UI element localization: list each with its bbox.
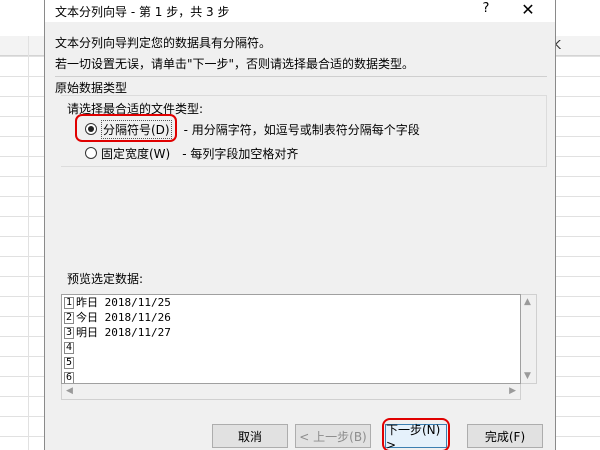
scroll-down-icon[interactable]: ▼ — [524, 371, 531, 381]
close-icon[interactable]: ✕ — [517, 0, 539, 20]
preview-row-number: 6 — [64, 372, 74, 383]
radio-desc-delimited: - 用分隔字符，如逗号或制表符分隔每个字段 — [183, 122, 420, 137]
help-icon[interactable]: ? — [475, 1, 497, 21]
finish-button[interactable]: 完成(F) — [467, 424, 543, 448]
group-title: 原始数据类型 — [55, 81, 128, 95]
scroll-right-icon[interactable]: ▶ — [509, 386, 516, 396]
highlight-delimited — [75, 114, 177, 142]
data-preview-pane[interactable]: 1 昨日 2018/11/25 2 今日 2018/11/26 3 明日 201… — [61, 294, 521, 384]
radio-desc-fixed-width: - 每列字段加空格对齐 — [182, 146, 299, 161]
highlight-next-button — [382, 418, 450, 450]
dialog-title: 文本分列向导 - 第 1 步，共 3 步 — [55, 5, 230, 19]
preview-row: 5 — [62, 357, 76, 369]
intro-text-2: 若一切设置无误，请单击"下一步"，否则请选择最合适的数据类型。 — [55, 57, 415, 71]
preview-vertical-scrollbar[interactable]: ▲ ▼ — [521, 294, 537, 384]
preview-row-number: 2 — [64, 312, 74, 324]
preview-row-text: 昨日 2018/11/25 — [76, 296, 171, 309]
scroll-left-icon[interactable]: ◀ — [66, 386, 73, 396]
previous-step-button[interactable]: < 上一步(B) — [295, 424, 371, 448]
preview-row-number: 4 — [64, 342, 74, 354]
preview-label: 预览选定数据: — [67, 272, 144, 286]
preview-row-number: 5 — [64, 357, 74, 369]
dialog-titlebar: 文本分列向导 - 第 1 步，共 3 步 ? ✕ — [45, 0, 555, 22]
preview-row-number: 3 — [64, 327, 74, 339]
radio-button-fixed-width[interactable] — [85, 147, 97, 159]
preview-horizontal-scrollbar[interactable]: ◀ ▶ — [61, 384, 521, 400]
preview-row: 1 昨日 2018/11/25 — [62, 297, 171, 309]
preview-row: 6 — [62, 372, 76, 383]
cancel-button[interactable]: 取消 — [212, 424, 288, 448]
preview-row-number: 1 — [64, 297, 74, 309]
preview-row: 3 明日 2018/11/27 — [62, 327, 171, 339]
preview-row-text: 今日 2018/11/26 — [76, 311, 171, 324]
preview-row: 4 — [62, 342, 76, 354]
preview-row-text: 明日 2018/11/27 — [76, 326, 171, 339]
radio-label-fixed-width[interactable]: 固定宽度(W) — [101, 145, 170, 162]
scroll-up-icon[interactable]: ▲ — [524, 297, 531, 307]
preview-row: 2 今日 2018/11/26 — [62, 312, 171, 324]
radio-fixed-width[interactable]: 固定宽度(W) - 每列字段加空格对齐 — [85, 144, 298, 162]
intro-text-1: 文本分列向导判定您的数据具有分隔符。 — [55, 36, 272, 50]
text-to-columns-dialog: 文本分列向导 - 第 1 步，共 3 步 ? ✕ 文本分列向导判定您的数据具有分… — [44, 0, 556, 450]
